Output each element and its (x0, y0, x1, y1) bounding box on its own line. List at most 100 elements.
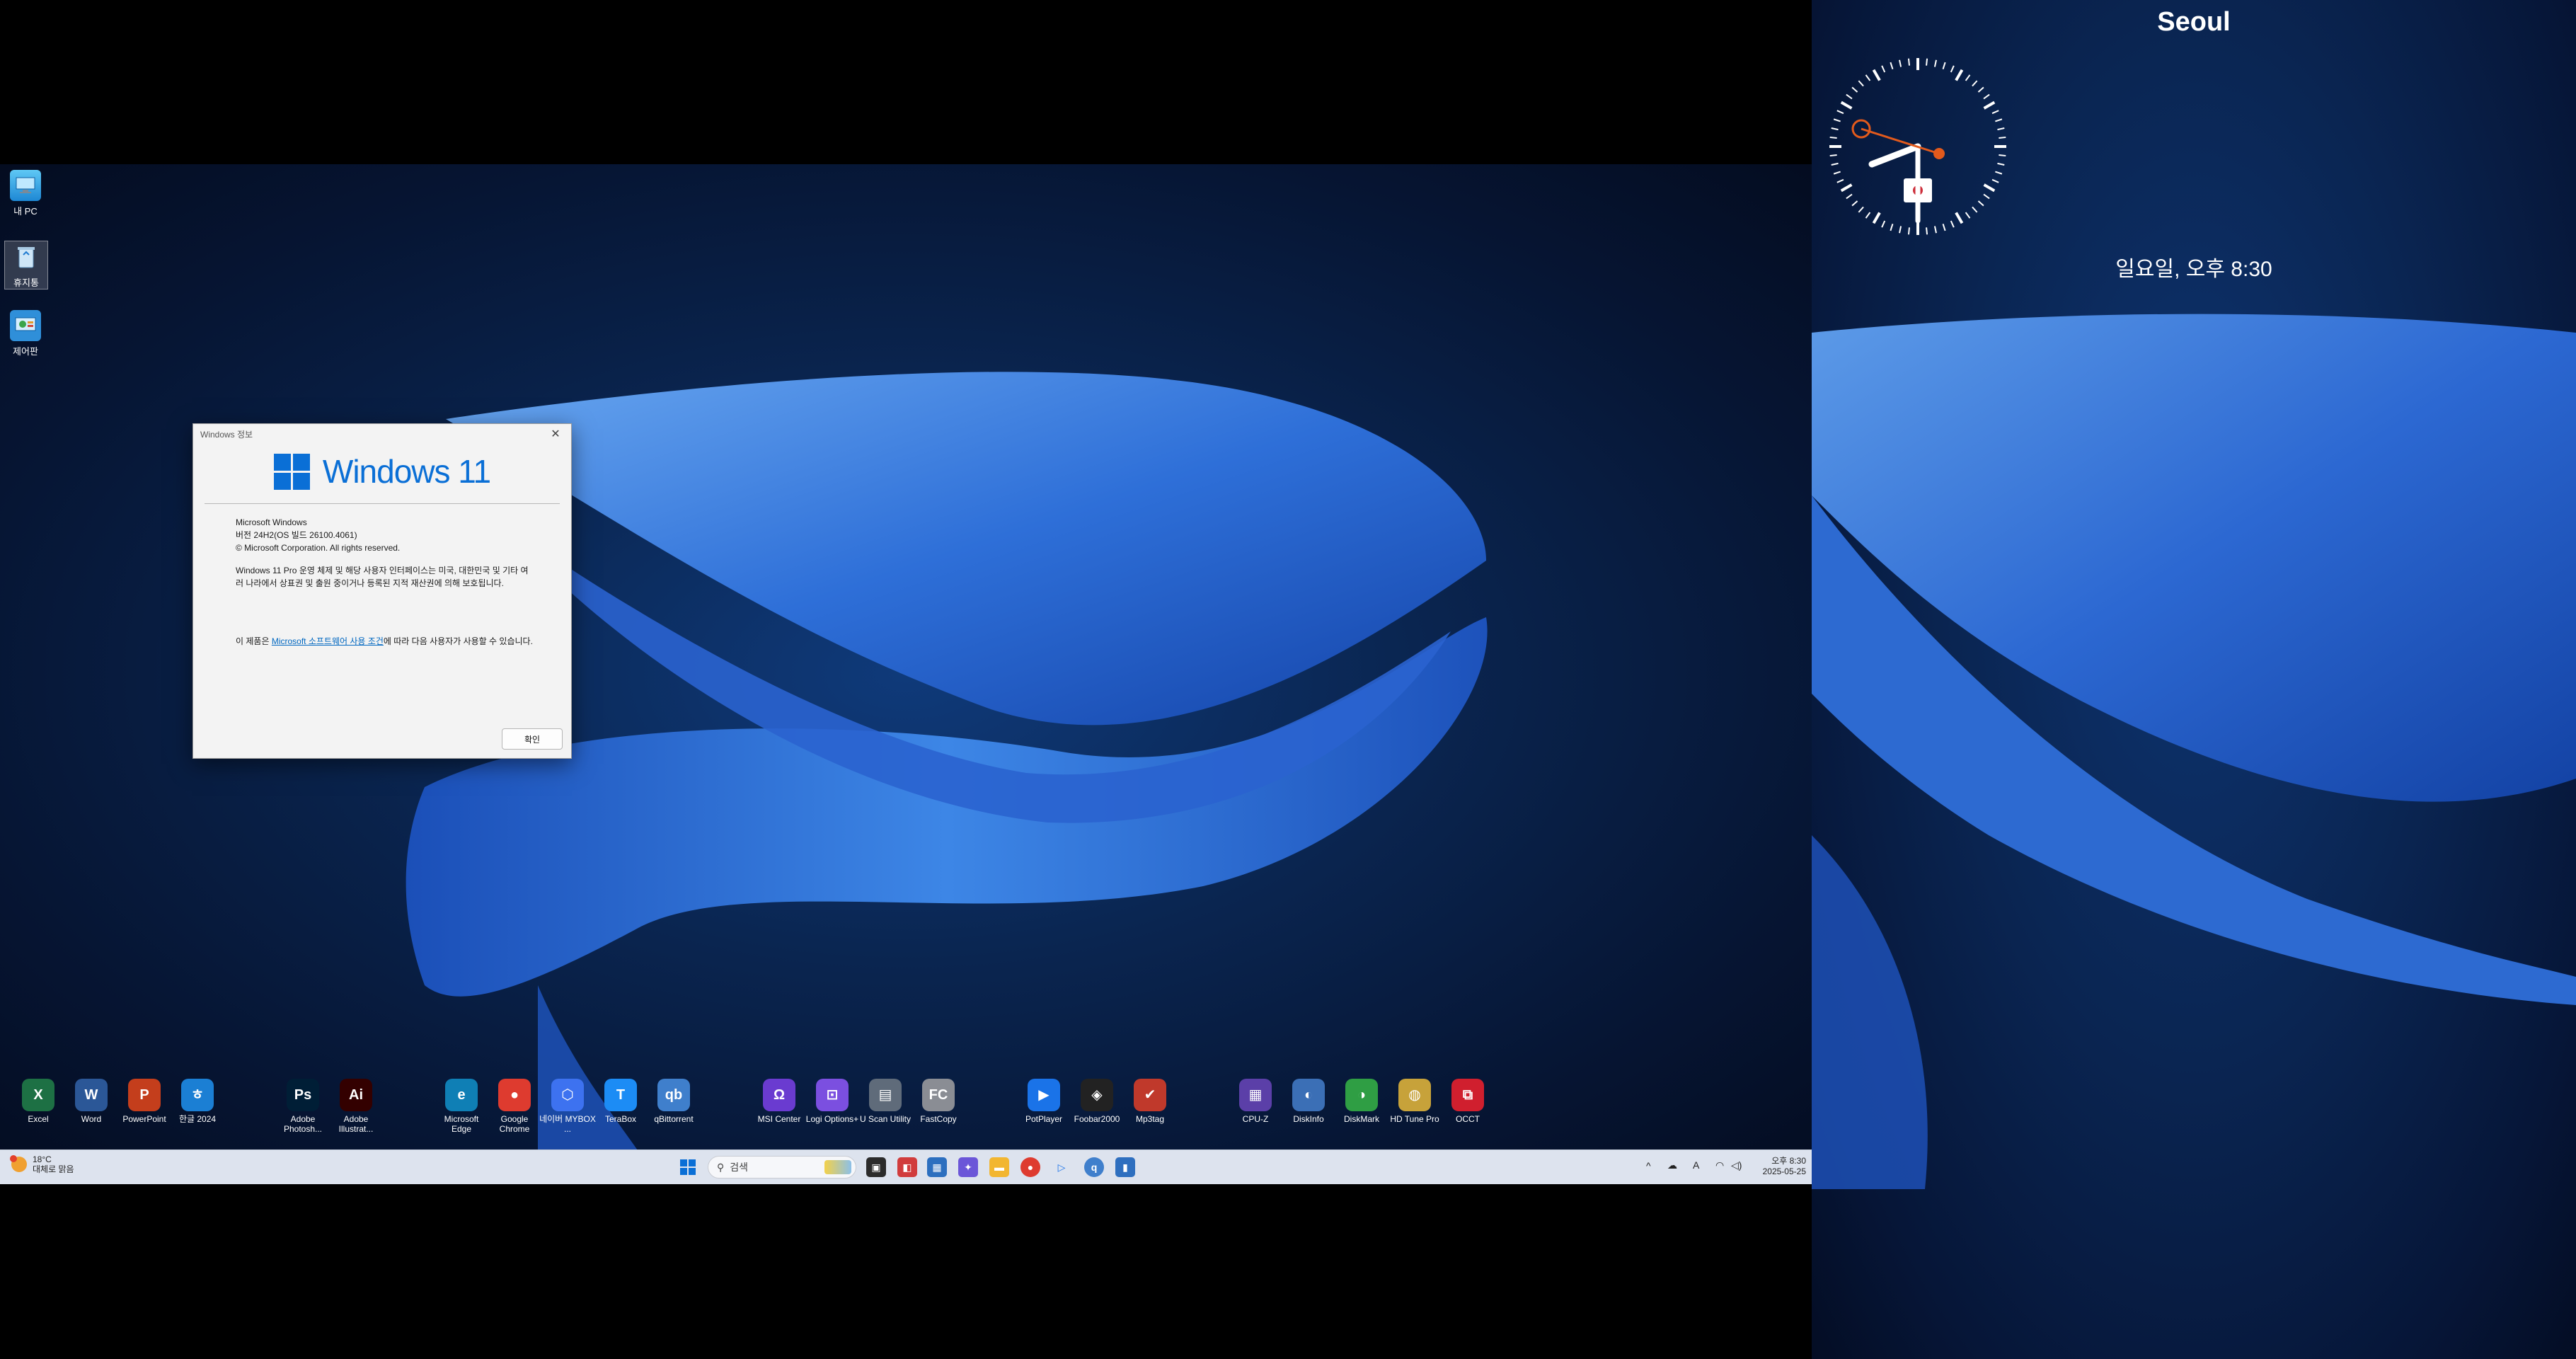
app-shortcut-label: CPU-Z (1242, 1114, 1269, 1124)
app-shortcut[interactable]: ◑ DiskMark (1333, 1079, 1390, 1124)
cpuz-icon: ▦ (1239, 1079, 1272, 1111)
close-icon[interactable]: ✕ (547, 427, 564, 441)
app-shortcut[interactable]: ▤ U Scan Utility (857, 1079, 914, 1124)
volume-icon[interactable]: ◁) (1731, 1160, 1742, 1171)
ok-button[interactable]: 확인 (502, 728, 563, 750)
app-shortcut[interactable]: ⬡ 네이버 MYBOX ... (539, 1079, 596, 1134)
terabox-icon: T (604, 1079, 637, 1111)
clock-tick (1846, 193, 1853, 200)
onedrive-icon[interactable]: ☁ (1667, 1160, 1677, 1171)
windows-logo-icon (273, 453, 310, 490)
clock-tick (1840, 101, 1853, 110)
product-name: Windows 11 (322, 453, 491, 490)
app-shortcut[interactable]: X Excel (10, 1079, 67, 1124)
app-shortcut-label: TeraBox (604, 1114, 637, 1124)
app-shortcut[interactable]: ㅎ 한글 2024 (169, 1079, 226, 1124)
app-shortcut[interactable]: e Microsoft Edge (433, 1079, 490, 1134)
recycle-bin-icon (11, 241, 42, 273)
clock-tick (1977, 200, 1984, 207)
msi-center-icon: Ω (763, 1079, 795, 1111)
ime-indicator[interactable]: A (1693, 1160, 1699, 1171)
app-shortcut[interactable]: T TeraBox (592, 1079, 649, 1124)
start-button[interactable] (678, 1157, 698, 1177)
app-shortcut-label: U Scan Utility (859, 1114, 912, 1124)
about-windows-dialog: Windows 정보 ✕ Windows 11 Microsoft Window… (192, 423, 572, 759)
photoshop-icon: Ps (287, 1079, 319, 1111)
second-hand (1861, 127, 1940, 155)
os-version: 버전 24H2(OS 빌드 26100.4061) (236, 530, 357, 540)
license-text: 이 제품은 Microsoft 소프트웨어 사용 조건에 따라 다음 사용자가 … (236, 635, 533, 648)
chrome-taskbar-icon[interactable]: ● (1020, 1157, 1040, 1177)
app-shortcut[interactable]: ⊡ Logi Options+ (804, 1079, 861, 1124)
weather-widget[interactable]: 18°C 대체로 맑음 (10, 1154, 74, 1174)
clock-tick (1933, 59, 1937, 67)
app-shortcut[interactable]: ✔ Mp3tag (1122, 1079, 1178, 1124)
app-shortcut[interactable]: Ai Adobe Illustrat... (328, 1079, 384, 1134)
clock-tick (1831, 127, 1839, 131)
taskbar-app-icon-1[interactable]: ◧ (897, 1157, 917, 1177)
diskmark-icon: ◑ (1345, 1079, 1378, 1111)
copilot-icon[interactable]: ✦ (958, 1157, 978, 1177)
taskbar-app-icon-2[interactable]: ▦ (927, 1157, 947, 1177)
taskbar-app-icon-3[interactable]: ▮ (1115, 1157, 1135, 1177)
dialog-titlebar[interactable]: Windows 정보 ✕ (193, 424, 571, 444)
app-shortcut[interactable]: P PowerPoint (116, 1079, 173, 1124)
clock-tick (1950, 65, 1955, 73)
app-shortcut[interactable]: ◐ DiskInfo (1280, 1079, 1337, 1124)
potplayer-taskbar-icon[interactable]: ▷ (1052, 1157, 1071, 1177)
network-icon[interactable]: ◠ (1715, 1160, 1724, 1171)
weather-desc: 대체로 맑음 (33, 1164, 74, 1174)
app-shortcut-label: Excel (28, 1114, 49, 1124)
clock-tick (1858, 206, 1864, 213)
clock-tick (1881, 220, 1886, 228)
clock-tick (1942, 62, 1946, 69)
app-shortcut[interactable]: ▦ CPU-Z (1227, 1079, 1284, 1124)
app-shortcut-label: Microsoft Edge (444, 1114, 479, 1134)
search-icon: ⚲ (717, 1161, 725, 1173)
desktop-icon-recycle-bin[interactable]: 휴지통 (4, 241, 48, 289)
clock-tick (1942, 224, 1946, 231)
clock-tick (1991, 110, 1999, 115)
clock-tick (1972, 206, 1978, 213)
fastcopy-icon: FC (922, 1079, 955, 1111)
app-shortcut[interactable]: Ω MSI Center (751, 1079, 807, 1124)
license-prefix: 이 제품은 (236, 636, 272, 646)
clock-tick (1991, 178, 1999, 183)
desktop-icon-label: 제어판 (13, 346, 38, 357)
app-shortcut[interactable]: ⧉ OCCT (1439, 1079, 1496, 1124)
app-shortcut[interactable]: qb qBittorrent (645, 1079, 702, 1124)
app-shortcut[interactable]: FC FastCopy (910, 1079, 967, 1124)
app-shortcut[interactable]: Ps Adobe Photosh... (275, 1079, 331, 1134)
app-shortcut-label: 한글 2024 (178, 1114, 217, 1124)
word-icon: W (75, 1079, 108, 1111)
clock-tick (1890, 224, 1894, 231)
app-shortcut-label: Logi Options+ (805, 1114, 859, 1124)
license-terms-link[interactable]: Microsoft 소프트웨어 사용 조건 (272, 636, 384, 646)
app-shortcut-label: PotPlayer (1025, 1114, 1063, 1124)
taskbar-search[interactable]: ⚲ 검색 (708, 1156, 856, 1179)
file-explorer-icon[interactable]: ▬ (989, 1157, 1009, 1177)
app-shortcut[interactable]: ● Google Chrome (486, 1079, 543, 1134)
taskbar: 18°C 대체로 맑음 ⚲ 검색 ▣ ◧ ▦ ✦ ▬ ● ▷ q ▮ ^ ☁ A… (0, 1149, 1812, 1184)
dialog-body: Microsoft Windows 버전 24H2(OS 빌드 26100.40… (236, 516, 533, 648)
clock-tick (1926, 227, 1928, 235)
app-shortcut[interactable]: ◈ Foobar2000 (1069, 1079, 1125, 1124)
analog-clock (1822, 51, 2013, 246)
app-shortcut[interactable]: ▶ PotPlayer (1016, 1079, 1072, 1124)
clock-tick (1858, 80, 1864, 87)
app-shortcut[interactable]: ◍ HD Tune Pro (1386, 1079, 1443, 1124)
app-shortcut[interactable]: W Word (63, 1079, 120, 1124)
app-shortcut-label: HD Tune Pro (1390, 1114, 1439, 1124)
desktop-icon-control-panel[interactable]: 제어판 (4, 310, 47, 357)
logi-icon: ⊡ (816, 1079, 849, 1111)
task-view-icon[interactable]: ▣ (866, 1157, 886, 1177)
qbittorrent-taskbar-icon[interactable]: q (1084, 1157, 1104, 1177)
tray-overflow-icon[interactable]: ^ (1646, 1161, 1651, 1171)
clock-tick (1851, 86, 1858, 93)
desktop-icon-label: 내 PC (13, 206, 38, 217)
taskbar-time: 오후 8:30 (1771, 1156, 1806, 1166)
taskbar-clock[interactable]: 오후 8:30 2025-05-25 (1748, 1156, 1806, 1177)
app-shortcut-label: 네이버 MYBOX ... (539, 1114, 596, 1134)
desktop-icon-my-pc[interactable]: 내 PC (4, 170, 47, 217)
excel-icon: X (22, 1079, 54, 1111)
